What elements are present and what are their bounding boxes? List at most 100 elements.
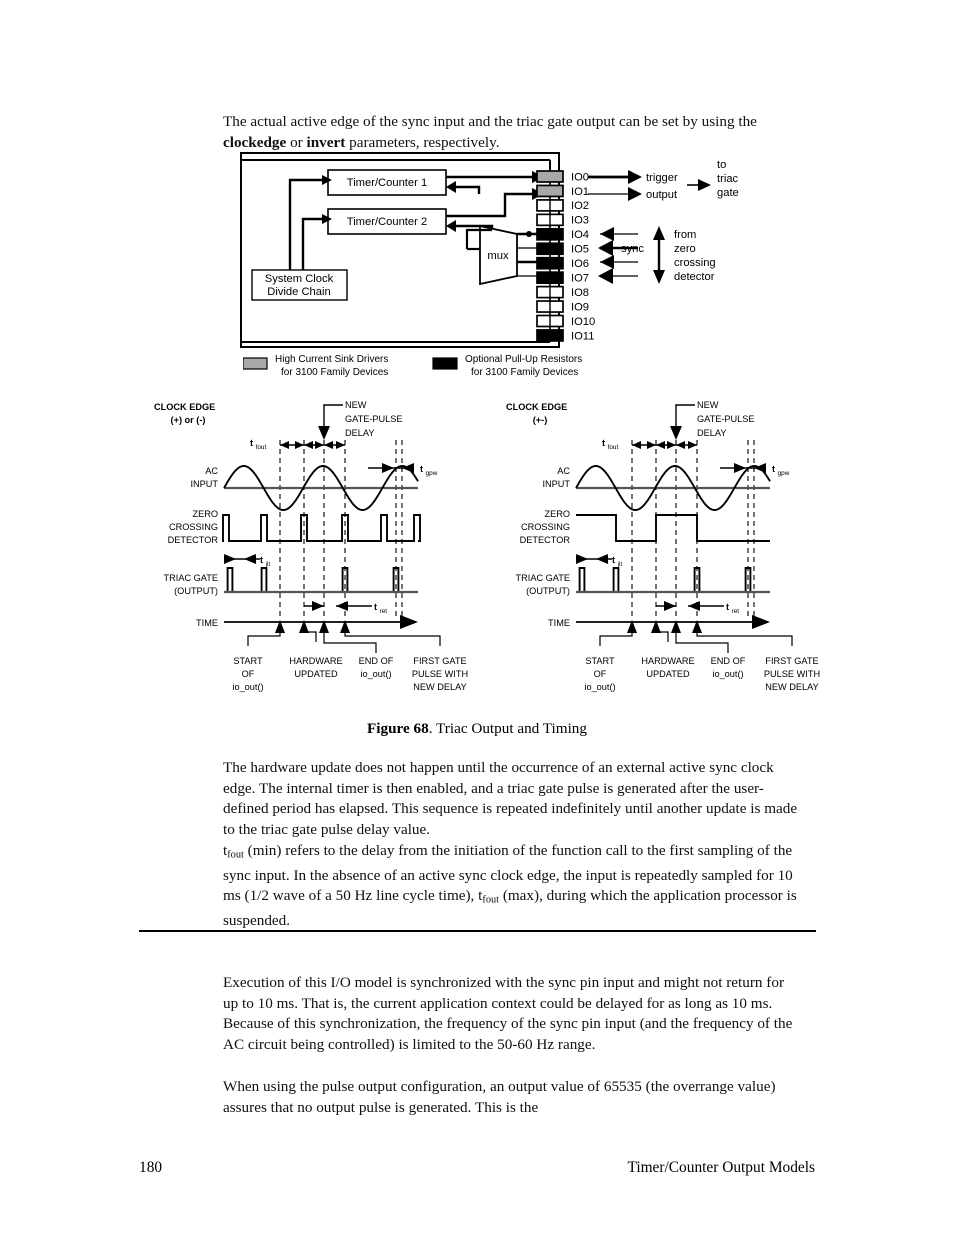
io-pin-label-io3: IO3 — [571, 215, 589, 227]
left-annotation-3-line-2: NEW DELAY — [413, 682, 466, 692]
timer-counter-1-label: Timer/Counter 1 — [347, 177, 427, 189]
right-annotation-2-line-0: END OF — [711, 656, 746, 666]
intro-text-mid: or — [286, 133, 307, 151]
legend-label-1-line1: Optional Pull-Up Resistors — [465, 354, 582, 365]
right-new-gate-pulse-delay-2: DELAY — [697, 428, 726, 438]
left-row-triac-label-0: TRIAC GATE — [164, 573, 218, 583]
from-zcd-line-0: from — [674, 229, 696, 241]
svg-text:t: t — [772, 464, 775, 474]
right-t-fout-arrow-4 — [676, 441, 685, 449]
left-annotation-2-line-0: END OF — [359, 656, 394, 666]
left-new-gate-pulse-delay-1: GATE-PULSE — [345, 414, 403, 424]
io-pin-group: IO0 IO1 IO2 IO3 IO4 IO5 IO6 IO7 IO8 IO9 IO10 IO11 — [536, 170, 595, 342]
sync-arrow-io5 — [598, 240, 613, 256]
left-row-zcd-label-0: ZERO — [192, 509, 218, 519]
right-clock-edge-sub: (+-) — [533, 415, 548, 425]
left-triac-gate-waveform — [224, 567, 418, 593]
left-delay-callout-arrow — [318, 426, 330, 440]
right-row-zcd-label-2: DETECTOR — [520, 535, 571, 545]
io-pin-io1 — [536, 184, 564, 198]
right-t-fout-arrow-3 — [667, 441, 676, 449]
system-clock-label-1: System Clock — [265, 273, 334, 285]
sync-arrow-io7 — [598, 268, 613, 284]
legend-label-0-line2: for 3100 Family Devices — [281, 367, 388, 378]
right-new-gate-pulse-delay-1: GATE-PULSE — [697, 414, 755, 424]
left-label-t-ret: t ret — [374, 602, 387, 615]
sync-bracket-arrow-down — [653, 270, 665, 284]
right-annotation-1-line-1: UPDATED — [646, 669, 690, 679]
left-t-fout-arrow-1 — [295, 441, 304, 449]
right-row-zcd-label-0: ZERO — [544, 509, 570, 519]
io-pin-label-io0: IO0 — [571, 171, 589, 183]
right-annotation-3-line-1: PULSE WITH — [764, 669, 820, 679]
right-annotation-2-line-1: io_out() — [712, 669, 743, 679]
right-row-triac-label-0: TRIAC GATE — [516, 573, 570, 583]
svg-text:t: t — [374, 602, 377, 612]
left-annotation-0-line-0: START — [233, 656, 263, 666]
legend-swatch-0 — [242, 357, 268, 370]
to-triac-gate-line-1: triac — [717, 173, 739, 185]
figure-number: Figure 68 — [367, 720, 429, 737]
right-annotation-0-line-2: io_out() — [584, 682, 615, 692]
from-zcd-line-1: zero — [674, 243, 696, 255]
block-diagram-svg: Timer/Counter 1 Timer/Counter 2 System C… — [240, 152, 739, 348]
right-row-zcd-label-1: CROSSING — [521, 522, 570, 532]
sync-label: sync — [621, 243, 644, 255]
right-zcd-waveform — [576, 514, 770, 542]
right-annotation-leader-3 — [696, 633, 793, 646]
legend-swatch-1 — [432, 357, 458, 370]
io-pin-io4 — [536, 227, 564, 241]
to-triac-gate-line-2: gate — [717, 187, 739, 199]
io-pin-io5 — [536, 242, 564, 256]
left-zcd-waveform — [222, 514, 421, 542]
legend-label-0-line1: High Current Sink Drivers — [275, 354, 388, 365]
junction-dot — [526, 231, 532, 237]
right-time-axis-arrow — [752, 615, 770, 629]
paragraph-hardware-update: The hardware update does not happen unti… — [223, 759, 798, 838]
io-pin-label-io9: IO9 — [571, 301, 589, 313]
svg-text:t: t — [602, 438, 605, 448]
svg-text:t: t — [420, 464, 423, 474]
io-pin-label-io2: IO2 — [571, 200, 589, 212]
svg-text:t: t — [250, 438, 253, 448]
svg-text:gpw: gpw — [778, 470, 790, 477]
right-annotation-3-line-0: FIRST GATE — [765, 656, 818, 666]
left-row-triac-label-1: (OUTPUT) — [174, 586, 218, 596]
right-delay-callout-line — [675, 404, 695, 426]
right-t-ret-arrow-2 — [688, 601, 700, 611]
clock-to-timer1-line — [288, 178, 322, 270]
left-t-ret-arrow-2 — [336, 601, 348, 611]
right-clock-edge-title: CLOCK EDGE — [506, 402, 567, 412]
from-zcd-line-2: crossing — [674, 257, 716, 269]
timer2-to-io1-line — [446, 192, 536, 218]
to-triac-gate-label: to triac gate — [717, 159, 739, 199]
left-annotation-1-line-0: HARDWARE — [289, 656, 342, 666]
triac-gate-arrow — [698, 179, 711, 191]
left-annotation-leader-1 — [303, 631, 317, 642]
right-annotation-1-line-0: HARDWARE — [641, 656, 694, 666]
trigger-arrow — [628, 170, 642, 184]
footer-page-number: 180 — [139, 1159, 163, 1176]
io-pin-label-io8: IO8 — [571, 287, 589, 299]
left-t-fout-arrow-4 — [324, 441, 333, 449]
left-t-fout-arrow-3 — [315, 441, 324, 449]
left-row-ac-label-0: AC — [205, 466, 218, 476]
trigger-label: trigger — [646, 172, 678, 184]
left-annotation-3-line-1: PULSE WITH — [412, 669, 468, 679]
left-label-t-fout: t fout — [250, 438, 266, 451]
timing-diagram-left: CLOCK EDGE(+) or (-)NEWGATE-PULSEDELAYt f… — [154, 400, 468, 692]
from-zero-crossing-detector-label: from zero crossing detector — [674, 229, 716, 283]
io-pin-io0 — [536, 170, 564, 183]
right-label-t-gpw: t gpw — [772, 464, 790, 477]
io-pin-label-io10: IO10 — [571, 316, 595, 328]
paragraph-execution: Execution of this I/O model is synchroni… — [223, 974, 793, 1053]
left-annotation-leader-0 — [247, 633, 281, 646]
left-t-fout-arrow-0 — [280, 441, 289, 449]
left-new-gate-pulse-delay-0: NEW — [345, 400, 367, 410]
io-pin-label-io7: IO7 — [571, 272, 589, 284]
left-row-zcd-label-2: DETECTOR — [168, 535, 219, 545]
right-annotation-leader-1 — [655, 631, 669, 642]
mux-to-timer1-line — [452, 185, 481, 194]
right-label-t-jit: t jit — [612, 555, 622, 568]
sync-arrows — [598, 227, 638, 284]
